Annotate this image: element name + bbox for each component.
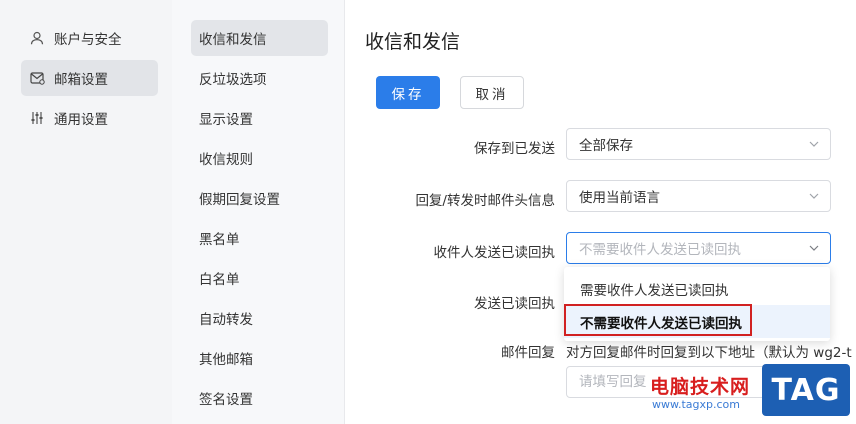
settings-submenu: 收信和发信 反垃圾选项 显示设置 收信规则 假期回复设置 黑名单 白名单 自动转… <box>172 0 344 424</box>
sidebar-item-mailbox-settings[interactable]: 邮箱设置 <box>21 60 158 96</box>
submenu-item-receive-rules[interactable]: 收信规则 <box>191 140 328 176</box>
save-sent-label: 保存到已发送 <box>474 141 555 157</box>
watermark-text: 电脑技术网 <box>650 376 751 398</box>
submenu-item-label: 其他邮箱 <box>199 352 253 368</box>
cancel-button[interactable]: 取消 <box>460 76 524 109</box>
watermark-url: www.tagxp.com <box>652 398 740 411</box>
submenu-item-blacklist[interactable]: 黑名单 <box>191 220 328 256</box>
save-sent-value: 全部保存 <box>579 138 633 154</box>
submenu-item-label: 收信规则 <box>199 152 253 168</box>
reply-header-select[interactable]: 使用当前语言 <box>566 180 831 212</box>
submenu-item-display[interactable]: 显示设置 <box>191 100 328 136</box>
recipient-receipt-select[interactable]: 不需要收件人发送已读回执 <box>566 232 831 264</box>
submenu-item-other-mailbox[interactable]: 其他邮箱 <box>191 340 328 376</box>
submenu-item-send-receive[interactable]: 收信和发信 <box>191 20 328 56</box>
reply-header-value: 使用当前语言 <box>579 190 660 206</box>
submenu-item-anti-spam[interactable]: 反垃圾选项 <box>191 60 328 96</box>
send-receipt-label: 发送已读回执 <box>474 296 555 312</box>
submenu-item-label: 黑名单 <box>199 232 240 248</box>
reply-mail-description: 对方回复邮件时回复到以下地址（默认为 wg2-t <box>566 345 852 361</box>
sliders-icon <box>29 110 45 126</box>
reply-mail-label: 邮件回复 <box>501 345 555 361</box>
submenu-item-whitelist[interactable]: 白名单 <box>191 260 328 296</box>
save-button[interactable]: 保存 <box>376 76 440 109</box>
watermark-tag-logo: TAG <box>762 364 850 416</box>
submenu-item-label: 收信和发信 <box>199 32 267 48</box>
recipient-receipt-placeholder: 不需要收件人发送已读回执 <box>579 242 741 258</box>
sidebar-item-account-security[interactable]: 账户与安全 <box>21 20 158 56</box>
sidebar-item-general-settings[interactable]: 通用设置 <box>21 100 158 136</box>
sidebar-item-label: 通用设置 <box>54 112 108 128</box>
mail-settings-icon <box>29 70 45 86</box>
submenu-item-signature[interactable]: 签名设置 <box>191 380 328 416</box>
page-title: 收信和发信 <box>365 31 461 53</box>
chevron-down-icon <box>809 245 819 251</box>
receipt-dropdown-menu: 需要收件人发送已读回执 不需要收件人发送已读回执 <box>564 267 830 341</box>
sidebar-item-label: 账户与安全 <box>54 32 122 48</box>
submenu-item-label: 签名设置 <box>199 392 253 408</box>
settings-panel: 收信和发信 保存 取消 保存到已发送 全部保存 回复/转发时邮件头信息 使用当前… <box>344 0 856 424</box>
submenu-item-label: 白名单 <box>199 272 240 288</box>
recipient-receipt-label: 收件人发送已读回执 <box>433 245 556 261</box>
submenu-item-label: 自动转发 <box>199 312 253 328</box>
dropdown-option-no-receipt[interactable]: 不需要收件人发送已读回执 <box>564 305 830 338</box>
submenu-item-vacation-reply[interactable]: 假期回复设置 <box>191 180 328 216</box>
sidebar-item-label: 邮箱设置 <box>54 72 108 88</box>
submenu-item-label: 反垃圾选项 <box>199 72 267 88</box>
primary-sidebar: 账户与安全 邮箱设置 通用设置 <box>0 0 172 424</box>
submenu-item-label: 显示设置 <box>199 112 253 128</box>
chevron-down-icon <box>809 141 819 147</box>
dropdown-option-require-receipt[interactable]: 需要收件人发送已读回执 <box>564 272 830 305</box>
submenu-item-auto-forward[interactable]: 自动转发 <box>191 300 328 336</box>
chevron-down-icon <box>809 193 819 199</box>
reply-header-label: 回复/转发时邮件头信息 <box>415 193 555 209</box>
user-icon <box>29 30 45 46</box>
save-sent-select[interactable]: 全部保存 <box>566 128 831 160</box>
submenu-item-label: 假期回复设置 <box>199 192 280 208</box>
